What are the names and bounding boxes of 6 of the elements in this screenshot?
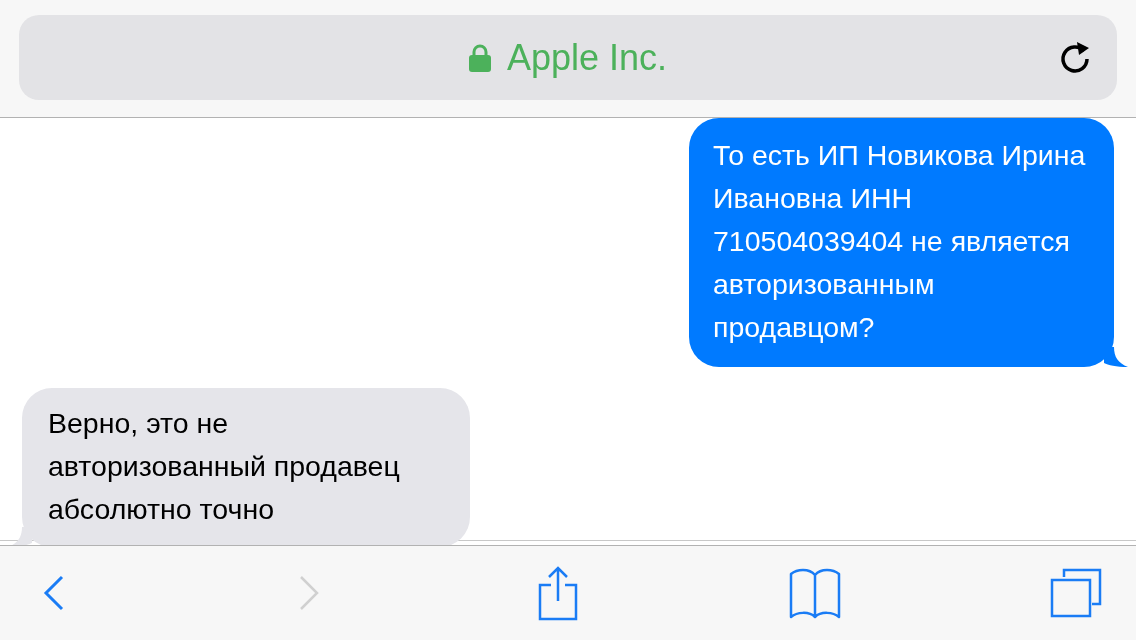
tabs-icon: [1050, 568, 1102, 618]
page-title: Apple Inc.: [506, 36, 668, 79]
share-icon: [536, 565, 580, 621]
address-bar[interactable]: Apple Inc.: [19, 15, 1117, 100]
book-icon: [787, 567, 843, 619]
bubble-tail: [1104, 347, 1128, 367]
